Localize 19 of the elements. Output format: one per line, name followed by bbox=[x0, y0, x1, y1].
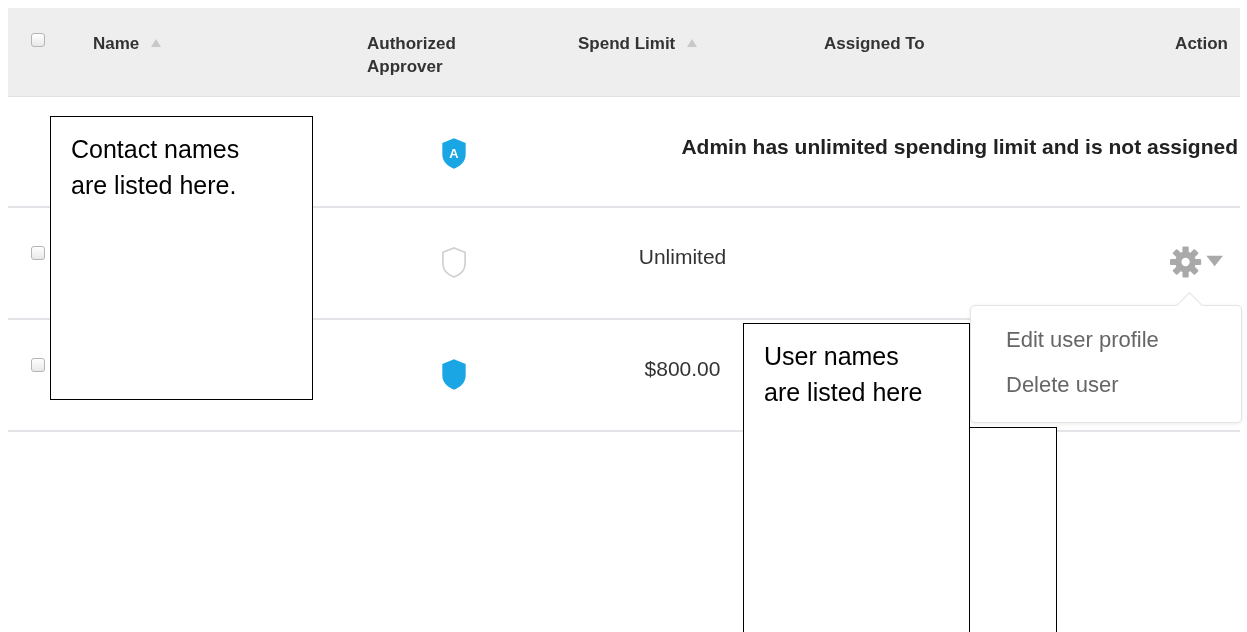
column-header[interactable]: Authorized Approver bbox=[367, 32, 487, 78]
row-checkbox[interactable] bbox=[31, 246, 45, 260]
sort-icon[interactable] bbox=[687, 39, 698, 47]
column-header[interactable]: Assigned To bbox=[824, 32, 925, 55]
row-checkbox[interactable] bbox=[31, 358, 45, 372]
admin-note: Admin has unlimited spending limit and is not assigned bbox=[681, 135, 1238, 158]
gear-menu-icon[interactable] bbox=[1170, 245, 1224, 279]
spend-limit: Unlimited bbox=[638, 245, 727, 268]
column-header[interactable]: Action bbox=[1175, 32, 1228, 55]
spend-limit: $800.00 bbox=[644, 357, 721, 380]
menu-item[interactable]: Edit user profile bbox=[1006, 326, 1241, 353]
callout-text: Contact names are listed here. bbox=[71, 134, 241, 201]
select-all-checkbox[interactable] bbox=[31, 33, 45, 47]
approver-shield-icon: A bbox=[440, 137, 468, 170]
sort-icon[interactable] bbox=[151, 39, 162, 47]
callout-text: User names are listed here bbox=[764, 341, 924, 408]
menu-item[interactable]: Delete user bbox=[1006, 371, 1241, 398]
column-header[interactable]: Spend Limit bbox=[578, 32, 676, 55]
column-header[interactable]: Name bbox=[93, 32, 140, 55]
